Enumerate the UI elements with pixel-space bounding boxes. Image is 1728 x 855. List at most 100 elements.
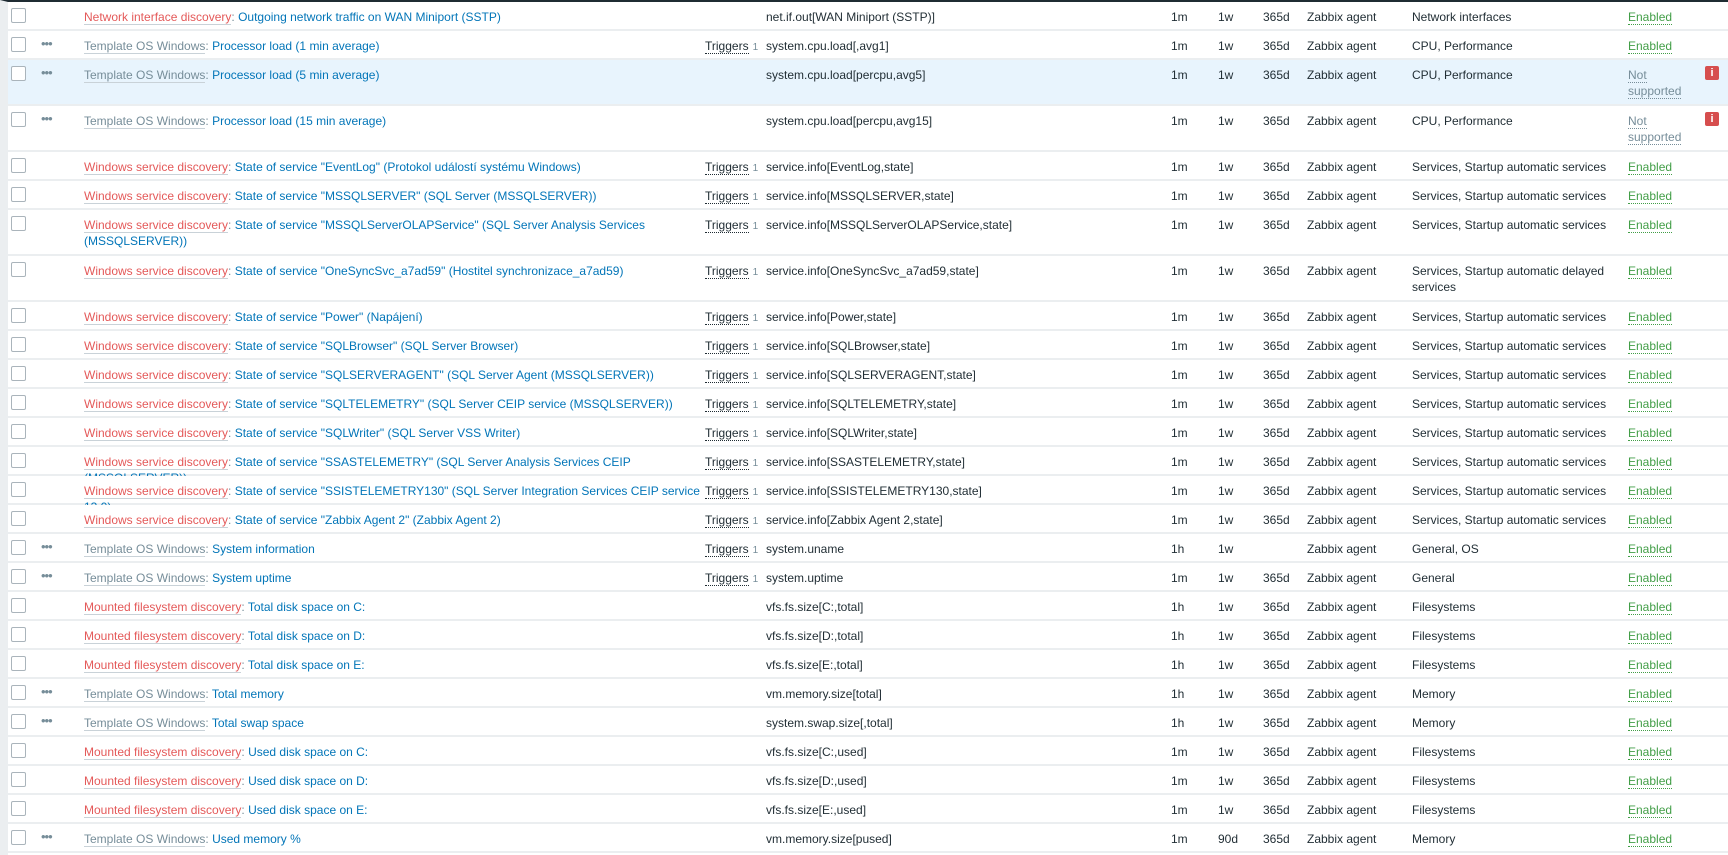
status-toggle[interactable]: Enabled: [1628, 263, 1688, 279]
status-label[interactable]: Not supported: [1628, 68, 1682, 99]
triggers-link[interactable]: Triggers 1: [705, 309, 758, 327]
row-checkbox[interactable]: [11, 424, 26, 439]
status-toggle[interactable]: Enabled: [1628, 715, 1688, 731]
discovery-rule-link[interactable]: Windows service discovery: [84, 513, 229, 528]
discovery-rule-link[interactable]: Windows service discovery: [84, 218, 229, 233]
item-name-link[interactable]: Used disk space on C:: [248, 745, 368, 759]
status-label[interactable]: Not supported: [1628, 114, 1682, 145]
status-label[interactable]: Enabled: [1628, 264, 1673, 279]
row-checkbox[interactable]: [11, 337, 26, 352]
triggers-link[interactable]: Triggers 1: [705, 38, 758, 56]
triggers-label[interactable]: Triggers: [705, 264, 749, 279]
status-label[interactable]: Enabled: [1628, 339, 1673, 354]
status-toggle[interactable]: Enabled: [1628, 512, 1688, 528]
status-label[interactable]: Enabled: [1628, 455, 1673, 470]
triggers-link[interactable]: Triggers 1: [705, 570, 758, 588]
discovery-rule-link[interactable]: Mounted filesystem discovery: [84, 745, 242, 760]
row-checkbox[interactable]: [11, 685, 26, 700]
more-options-icon[interactable]: •••: [41, 36, 53, 52]
triggers-label[interactable]: Triggers: [705, 189, 749, 204]
status-label[interactable]: Enabled: [1628, 542, 1673, 557]
triggers-label[interactable]: Triggers: [705, 542, 749, 557]
item-name-link[interactable]: State of service "SQLWriter" (SQL Server…: [235, 426, 520, 440]
discovery-rule-link[interactable]: Mounted filesystem discovery: [84, 803, 242, 818]
item-name-link[interactable]: Total swap space: [212, 716, 304, 730]
template-link[interactable]: Template OS Windows: [84, 571, 206, 586]
status-label[interactable]: Enabled: [1628, 484, 1673, 499]
info-error-icon[interactable]: i: [1705, 66, 1719, 80]
status-label[interactable]: Enabled: [1628, 10, 1673, 25]
item-name-link[interactable]: Total disk space on E:: [248, 658, 365, 672]
discovery-rule-link[interactable]: Windows service discovery: [84, 397, 229, 412]
discovery-rule-link[interactable]: Mounted filesystem discovery: [84, 629, 242, 644]
row-checkbox[interactable]: [11, 830, 26, 845]
triggers-link[interactable]: Triggers 1: [705, 396, 758, 414]
item-name-link[interactable]: System information: [212, 542, 315, 556]
triggers-link[interactable]: Triggers 1: [705, 483, 758, 501]
triggers-label[interactable]: Triggers: [705, 339, 749, 354]
triggers-link[interactable]: Triggers 1: [705, 541, 758, 559]
status-label[interactable]: Enabled: [1628, 832, 1673, 847]
status-toggle[interactable]: Enabled: [1628, 483, 1688, 499]
row-checkbox[interactable]: [11, 187, 26, 202]
row-checkbox[interactable]: [11, 598, 26, 613]
discovery-rule-link[interactable]: Mounted filesystem discovery: [84, 774, 242, 789]
triggers-label[interactable]: Triggers: [705, 368, 749, 383]
status-label[interactable]: Enabled: [1628, 189, 1673, 204]
discovery-rule-link[interactable]: Windows service discovery: [84, 339, 229, 354]
discovery-rule-link[interactable]: Windows service discovery: [84, 368, 229, 383]
status-label[interactable]: Enabled: [1628, 716, 1673, 731]
triggers-label[interactable]: Triggers: [705, 160, 749, 175]
triggers-label[interactable]: Triggers: [705, 39, 749, 54]
status-toggle[interactable]: Enabled: [1628, 309, 1688, 325]
triggers-link[interactable]: Triggers 1: [705, 217, 758, 235]
item-name-link[interactable]: Outgoing network traffic on WAN Miniport…: [238, 10, 501, 24]
more-options-icon[interactable]: •••: [41, 713, 53, 729]
item-name-link[interactable]: State of service "SQLSERVERAGENT" (SQL S…: [235, 368, 654, 382]
discovery-rule-link[interactable]: Mounted filesystem discovery: [84, 600, 242, 615]
discovery-rule-link[interactable]: Windows service discovery: [84, 455, 229, 470]
status-label[interactable]: Enabled: [1628, 368, 1673, 383]
discovery-rule-link[interactable]: Windows service discovery: [84, 264, 229, 279]
status-toggle[interactable]: Enabled: [1628, 599, 1688, 615]
more-options-icon[interactable]: •••: [41, 568, 53, 584]
triggers-label[interactable]: Triggers: [705, 218, 749, 233]
status-label[interactable]: Enabled: [1628, 745, 1673, 760]
more-options-icon[interactable]: •••: [41, 111, 53, 127]
item-name-link[interactable]: Used disk space on D:: [248, 774, 368, 788]
discovery-rule-link[interactable]: Windows service discovery: [84, 160, 229, 175]
status-label[interactable]: Enabled: [1628, 310, 1673, 325]
item-name-link[interactable]: Used memory %: [212, 832, 301, 846]
row-checkbox[interactable]: [11, 540, 26, 555]
status-toggle[interactable]: Enabled: [1628, 159, 1688, 175]
status-toggle[interactable]: Enabled: [1628, 396, 1688, 412]
status-label[interactable]: Enabled: [1628, 600, 1673, 615]
status-toggle[interactable]: Enabled: [1628, 338, 1688, 354]
item-name-link[interactable]: State of service "SQLBrowser" (SQL Serve…: [235, 339, 519, 353]
more-options-icon[interactable]: •••: [41, 539, 53, 555]
triggers-label[interactable]: Triggers: [705, 397, 749, 412]
triggers-label[interactable]: Triggers: [705, 426, 749, 441]
status-toggle[interactable]: Not supported: [1628, 67, 1688, 99]
status-toggle[interactable]: Enabled: [1628, 744, 1688, 760]
triggers-link[interactable]: Triggers 1: [705, 425, 758, 443]
item-name-link[interactable]: Processor load (1 min average): [212, 39, 379, 53]
row-checkbox[interactable]: [11, 482, 26, 497]
template-link[interactable]: Template OS Windows: [84, 687, 206, 702]
item-name-link[interactable]: State of service "Power" (Napájení): [235, 310, 423, 324]
item-name-link[interactable]: State of service "OneSyncSvc_a7ad59" (Ho…: [235, 264, 624, 278]
triggers-link[interactable]: Triggers 1: [705, 159, 758, 177]
more-options-icon[interactable]: •••: [41, 829, 53, 845]
discovery-rule-link[interactable]: Windows service discovery: [84, 484, 229, 499]
row-checkbox[interactable]: [11, 772, 26, 787]
item-name-link[interactable]: Total memory: [212, 687, 284, 701]
status-toggle[interactable]: Enabled: [1628, 831, 1688, 847]
row-checkbox[interactable]: [11, 801, 26, 816]
item-name-link[interactable]: State of service "Zabbix Agent 2" (Zabbi…: [235, 513, 501, 527]
item-name-link[interactable]: State of service "MSSQLSERVER" (SQL Serv…: [235, 189, 597, 203]
triggers-link[interactable]: Triggers 1: [705, 188, 758, 206]
triggers-label[interactable]: Triggers: [705, 455, 749, 470]
status-toggle[interactable]: Enabled: [1628, 425, 1688, 441]
status-toggle[interactable]: Enabled: [1628, 38, 1688, 54]
row-checkbox[interactable]: [11, 37, 26, 52]
